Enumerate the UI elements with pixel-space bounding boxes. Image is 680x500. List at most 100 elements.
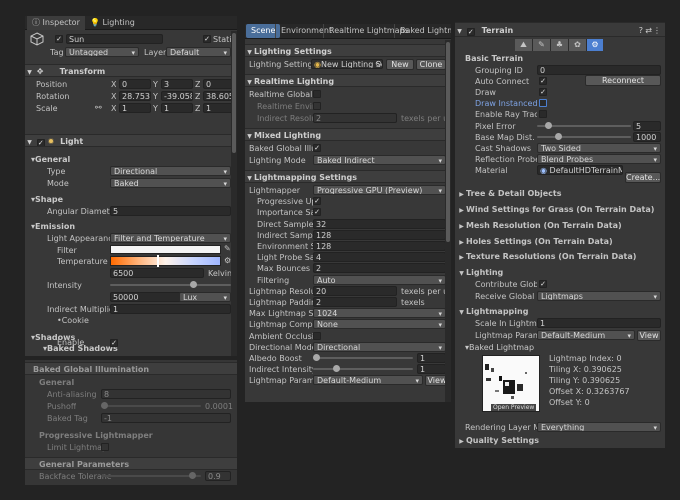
object-name-field[interactable]: Sun [66, 34, 163, 44]
emission-subheader[interactable]: ▾Emission [31, 221, 75, 232]
layer-dropdown[interactable]: Default [166, 47, 231, 57]
lighting-settings-header[interactable]: ▼ Lighting Settings [245, 44, 451, 57]
realtime-lighting-header[interactable]: ▼ Realtime Lighting [245, 74, 451, 87]
material-field[interactable]: ◉ DefaultHDTerrainM [537, 165, 623, 175]
pixel-error-slider[interactable] [537, 121, 631, 131]
ray-tracing-checkbox[interactable] [539, 110, 547, 118]
scale-lightmap-field[interactable]: 1 [537, 318, 661, 328]
indirect-intensity-slider[interactable] [313, 364, 413, 374]
draw-checkbox[interactable]: ✓ [539, 88, 547, 96]
help-icon[interactable]: ? [639, 23, 643, 36]
slider-knob[interactable] [313, 354, 320, 361]
intensity-unit-dropdown[interactable]: Lux [179, 292, 231, 302]
temperature-gradient[interactable] [110, 256, 221, 266]
tree-detail-header[interactable]: ▶ Tree & Detail Objects [457, 188, 561, 199]
rotation-field[interactable]: 28.753 [119, 91, 151, 101]
paint-details-icon[interactable]: ✿ [569, 39, 586, 51]
position-field[interactable]: 3 [161, 79, 193, 89]
base-map-slider[interactable] [537, 132, 631, 142]
lighting-scrollbar[interactable] [445, 40, 451, 402]
max-bounces-field[interactable]: 2 [313, 263, 446, 274]
general-subheader[interactable]: ▾General [31, 154, 70, 165]
draw-instanced-checkbox[interactable] [539, 99, 547, 107]
directional-mode-dropdown[interactable]: Directional [313, 341, 446, 352]
light-type-dropdown[interactable]: Directional [110, 166, 231, 176]
pixel-error-field[interactable]: 5 [633, 121, 661, 131]
lightmap-res-field[interactable]: 20 [313, 285, 397, 296]
filtering-dropdown[interactable]: Auto [313, 274, 446, 285]
open-preview-label[interactable]: Open Preview [491, 404, 537, 411]
padding-field[interactable]: 2 [313, 297, 397, 307]
lighting-mode-dropdown[interactable]: Baked Indirect [313, 155, 446, 165]
paint-terrain-icon[interactable]: ✎ [533, 39, 550, 51]
reconnect-button[interactable]: Reconnect [585, 75, 661, 86]
base-map-field[interactable]: 1000 [633, 132, 661, 142]
lm-params-dropdown[interactable]: Default-Medium [537, 330, 635, 340]
max-size-dropdown[interactable]: 1024 [313, 308, 446, 319]
terrain-lightmapping-header[interactable]: ▼ Lightmapping [457, 306, 528, 317]
importance-checkbox[interactable]: ✓ [313, 208, 321, 217]
enable-shadows-checkbox[interactable]: ✓ [110, 339, 118, 347]
paint-trees-icon[interactable]: ♣ [551, 39, 568, 51]
object-active-checkbox[interactable]: ✓ [55, 35, 63, 43]
tab-lighting[interactable]: 💡 Lighting [85, 16, 140, 30]
light-appearance-dropdown[interactable]: Filter and Temperature [110, 233, 231, 243]
tab-baked-lightmaps[interactable]: Baked Lightma [394, 24, 451, 38]
grouping-field[interactable]: 0 [537, 65, 661, 75]
cast-shadows-dropdown[interactable]: Two Sided [537, 143, 661, 153]
indirect-intensity-field[interactable]: 1 [417, 364, 446, 375]
lightmapper-dropdown[interactable]: Progressive GPU (Preview) [313, 185, 446, 195]
light-enabled-checkbox[interactable]: ✓ [36, 139, 45, 146]
tag-dropdown[interactable]: Untagged [65, 47, 139, 57]
ambient-occlusion-checkbox[interactable] [313, 331, 321, 340]
terrain-lighting-header[interactable]: ▼ Lighting [457, 267, 503, 278]
progressive-checkbox[interactable]: ✓ [313, 197, 321, 206]
position-field[interactable]: 0 [119, 79, 151, 89]
inspector-scrollbar[interactable] [231, 31, 237, 356]
filter-color-swatch[interactable] [110, 245, 221, 254]
lm-params-view-button[interactable]: View [637, 330, 661, 341]
reflection-probes-dropdown[interactable]: Blend Probes [537, 154, 661, 164]
slider-knob[interactable] [555, 133, 562, 140]
scale-field[interactable]: 1 [119, 103, 151, 113]
lightmapping-settings-header[interactable]: ▼ Lightmapping Settings [245, 170, 451, 183]
direct-samples-field[interactable]: 32 [313, 218, 446, 229]
more-icon[interactable]: ⋮ [653, 23, 661, 36]
rendering-layer-dropdown[interactable]: Everything [537, 422, 661, 432]
realtime-gi-checkbox[interactable] [313, 90, 321, 98]
light-header[interactable]: ▼ ✓ ✹ Light [25, 134, 237, 147]
indirect-multiplier-field[interactable]: 1 [110, 304, 231, 314]
link-icon[interactable]: ⚯ [95, 103, 102, 112]
eyedropper-icon[interactable]: ✎ [224, 244, 231, 253]
create-material-button[interactable]: Create... [625, 172, 661, 183]
auto-connect-checkbox[interactable]: ✓ [539, 77, 547, 85]
quality-settings-header[interactable]: ▶ Quality Settings [457, 435, 539, 446]
temperature-field[interactable]: 6500 [110, 268, 204, 278]
compression-dropdown[interactable]: None [313, 319, 446, 330]
receive-gi-dropdown[interactable]: Lightmaps [537, 291, 661, 301]
env-samples-field[interactable]: 128 [313, 241, 446, 251]
lightmap-preview[interactable]: Open Preview [482, 355, 540, 412]
texture-resolution-header[interactable]: ▶ Texture Resolutions (On Terrain Data) [457, 251, 636, 262]
holes-header[interactable]: ▶ Holes Settings (On Terrain Data) [457, 236, 612, 247]
light-mode-dropdown[interactable]: Baked [110, 178, 231, 188]
shape-subheader[interactable]: ▾Shape [31, 194, 63, 205]
tab-inspector[interactable]: ⓘ Inspector [27, 16, 85, 30]
terrain-settings-icon[interactable]: ⚙ [587, 39, 603, 51]
preset-icon[interactable]: ⇄ [645, 23, 652, 36]
slider-knob[interactable] [545, 122, 552, 129]
create-neighbor-icon[interactable]: ⛰ [515, 39, 532, 51]
scale-field[interactable]: 1 [161, 103, 193, 113]
wind-header[interactable]: ▶ Wind Settings for Grass (On Terrain Dat… [457, 204, 654, 215]
slider-knob[interactable] [333, 365, 340, 373]
contribute-gi-checkbox[interactable]: ✓ [539, 280, 547, 288]
probe-samples-field[interactable]: 4 [313, 252, 446, 263]
settings-asset-field[interactable]: ◉New Lighting Se [311, 59, 383, 69]
baked-lightmap-subheader[interactable]: ▾Baked Lightmap [465, 342, 534, 353]
mesh-resolution-header[interactable]: ▶ Mesh Resolution (On Terrain Data) [457, 220, 621, 231]
transform-header[interactable]: ▼ ✥ Transform [25, 64, 237, 77]
baked-gi-checkbox[interactable]: ✓ [313, 144, 321, 152]
new-settings-button[interactable]: New [386, 59, 414, 70]
albedo-boost-slider[interactable] [313, 353, 413, 363]
static-checkbox[interactable]: ✓ [203, 35, 211, 43]
